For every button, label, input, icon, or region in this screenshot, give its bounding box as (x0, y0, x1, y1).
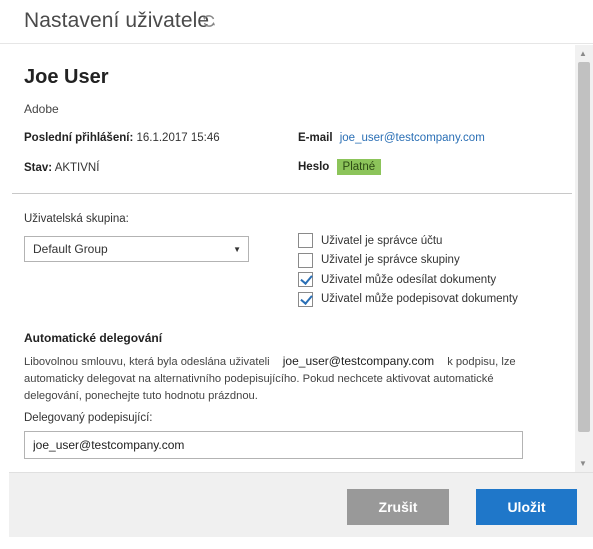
organization-name: Adobe (24, 102, 59, 116)
user-group-select[interactable]: Default Group ▼ (24, 236, 249, 262)
permission-group-admin[interactable]: Uživatel je správce skupiny (298, 251, 518, 271)
delegation-desc-email: joe_user@testcompany.com (282, 354, 435, 368)
email-row: E-mail joe_user@testcompany.com (298, 132, 485, 144)
content-scrollbar[interactable]: ▲ ▼ (575, 45, 593, 472)
delegation-desc-part1: Libovolnou smlouvu, která byla odeslána … (24, 356, 270, 368)
password-row: Heslo Platné (298, 159, 382, 175)
email-value: joe_user@testcompany.com (339, 132, 485, 144)
permissions-list: Uživatel je správce účtu Uživatel je spr… (298, 231, 518, 309)
password-label: Heslo (298, 161, 330, 173)
user-name: Joe User (24, 66, 109, 88)
status-value: AKTIVNÍ (54, 162, 100, 174)
password-status-badge: Platné (336, 159, 382, 175)
dialog-title: Nastavení uživatele (24, 9, 210, 32)
permission-can-send[interactable]: Uživatel může odesílat dokumenty (298, 270, 518, 290)
chevron-down-icon: ▼ (233, 245, 241, 254)
cancel-button[interactable]: Zrušit (347, 489, 449, 525)
dialog-header: Nastavení uživatele (0, 0, 593, 44)
can-send-checkbox[interactable] (298, 272, 313, 288)
can-sign-checkbox[interactable] (298, 291, 313, 307)
delegate-signer-label: Delegovaný podepisující: (24, 412, 153, 424)
group-admin-label: Uživatel je správce skupiny (321, 254, 460, 267)
scroll-up-icon[interactable]: ▲ (579, 49, 587, 58)
delegate-signer-input[interactable] (24, 431, 523, 459)
can-sign-label: Uživatel může podepisovat dokumenty (321, 293, 518, 306)
last-login-label: Poslední přihlášení: (24, 132, 134, 144)
status-label: Stav: (24, 162, 53, 174)
user-group-label: Uživatelská skupina: (24, 213, 129, 225)
user-group-selected: Default Group (33, 242, 108, 256)
group-admin-checkbox[interactable] (298, 252, 313, 268)
email-label: E-mail (298, 132, 333, 144)
account-admin-label: Uživatel je správce účtu (321, 234, 443, 247)
scroll-down-icon[interactable]: ▼ (579, 459, 587, 468)
dialog-content: Joe User Adobe Poslední přihlášení: 16.1… (0, 45, 575, 472)
refresh-icon[interactable] (202, 14, 216, 28)
permission-account-admin[interactable]: Uživatel je správce účtu (298, 231, 518, 251)
permission-can-sign[interactable]: Uživatel může podepisovat dokumenty (298, 290, 518, 310)
last-login-value: 16.1.2017 15:46 (136, 132, 220, 144)
can-send-label: Uživatel může odesílat dokumenty (321, 273, 497, 286)
last-login-row: Poslední přihlášení: 16.1.2017 15:46 (24, 132, 220, 144)
dialog-footer: Zrušit Uložit (9, 472, 593, 537)
section-divider (12, 193, 572, 194)
account-admin-checkbox[interactable] (298, 233, 313, 249)
user-settings-dialog: Nastavení uživatele Joe User Adobe Posle… (0, 0, 593, 549)
auto-delegation-title: Automatické delegování (24, 331, 163, 345)
status-row: Stav: AKTIVNÍ (24, 162, 99, 174)
scrollbar-thumb[interactable] (578, 62, 590, 432)
auto-delegation-description: Libovolnou smlouvu, která byla odeslána … (24, 353, 554, 405)
save-button[interactable]: Uložit (476, 489, 577, 525)
